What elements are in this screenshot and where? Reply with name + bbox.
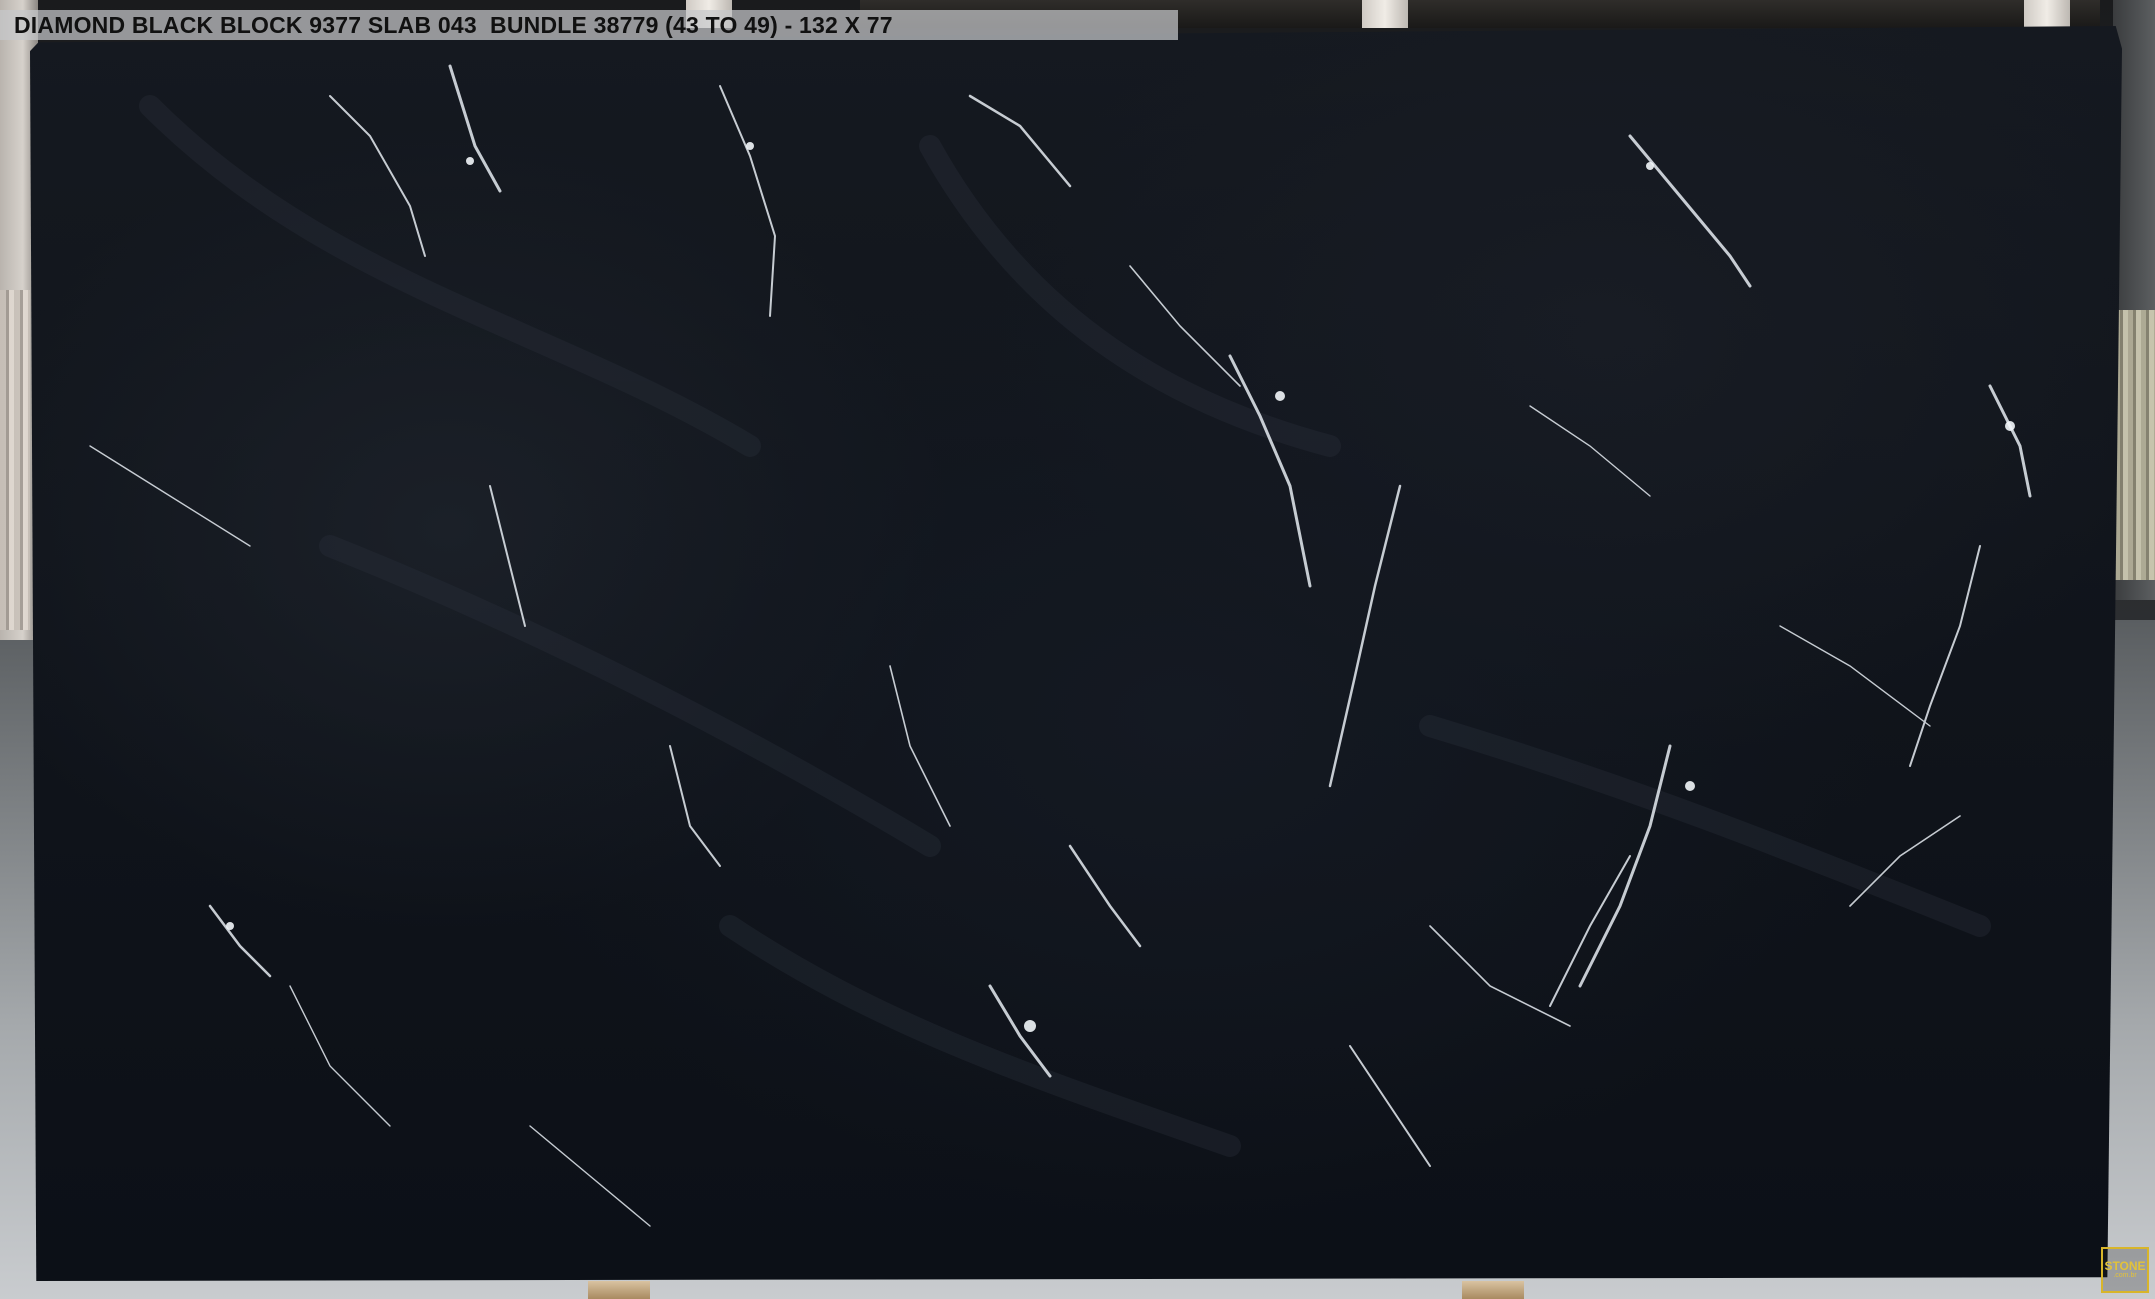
marble-slab [30,26,2122,1281]
support-post [2024,0,2070,28]
marble-veins [89,64,2032,1227]
watermark-logo: STONE .com.br [2101,1247,2149,1293]
right-slab-rack [2115,310,2155,580]
slab-caption-text: DIAMOND BLACK BLOCK 9377 SLAB 043 BUNDLE… [14,11,893,38]
watermark-domain: .com.br [2113,1272,2137,1279]
photo-scene: DIAMOND BLACK BLOCK 9377 SLAB 043 BUNDLE… [0,0,2155,1299]
left-slab-rack [0,290,30,630]
slab-support-block [1462,1281,1524,1299]
support-post [1362,0,1408,28]
watermark-brand: STONE [2104,1259,2146,1273]
slab-support-block [588,1281,650,1299]
slab-caption-bar: DIAMOND BLACK BLOCK 9377 SLAB 043 BUNDLE… [0,10,1178,40]
